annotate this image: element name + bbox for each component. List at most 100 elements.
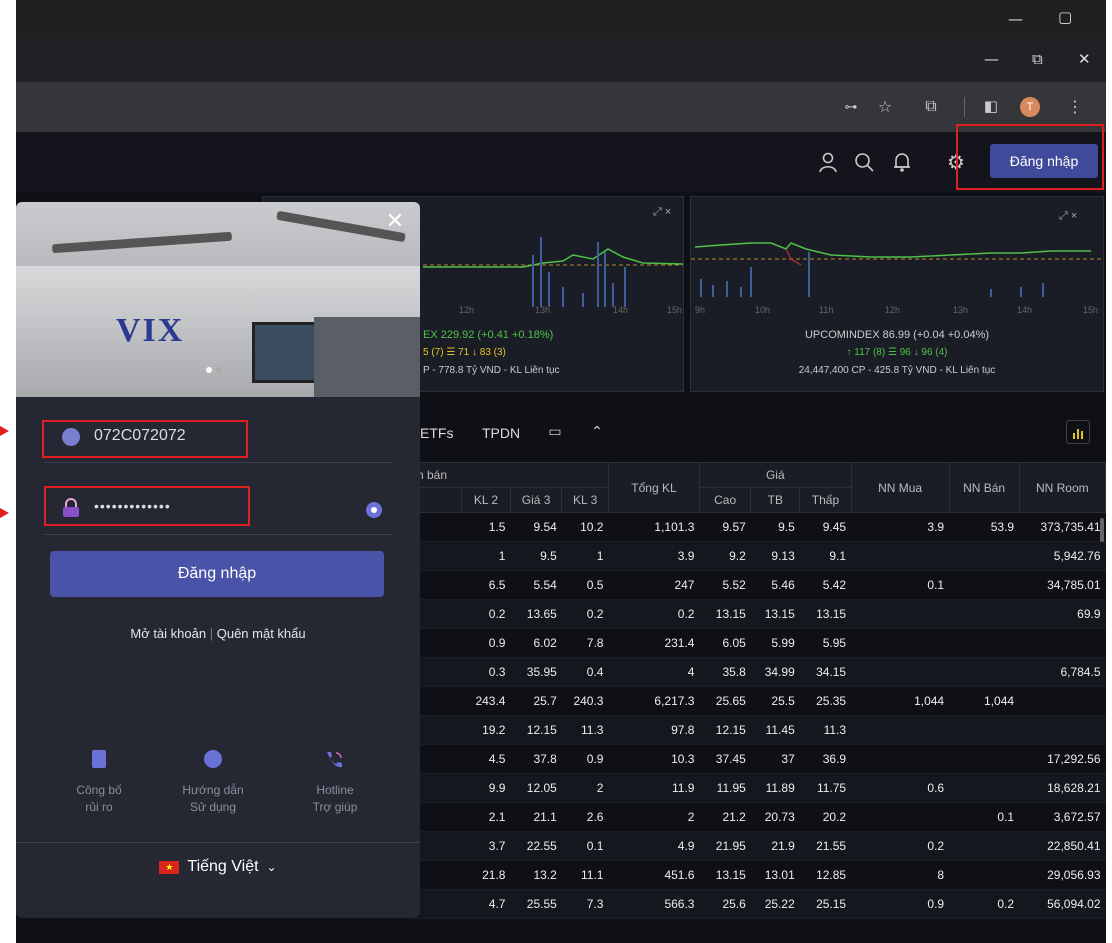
bell-icon[interactable] (890, 150, 914, 174)
table-cell: 3.9 (608, 541, 700, 571)
star-icon[interactable]: ☆ (874, 95, 896, 117)
table-cell: 247 (608, 570, 700, 600)
upcom-time-label: 10h (755, 305, 771, 315)
table-cell (949, 570, 1020, 600)
hnx-volume: P - 778.8 Tỷ VND - KL Liên tục (423, 365, 560, 376)
table-cell: 6.02 (510, 628, 562, 658)
table-cell: 21.95 (699, 831, 751, 861)
table-cell: 29,056.93 (1019, 860, 1106, 890)
bar-chart-icon[interactable] (1066, 420, 1090, 444)
table-cell: 35.95 (510, 657, 562, 687)
eye-icon[interactable] (366, 502, 382, 518)
extensions-icon[interactable]: ⧉ (920, 95, 942, 117)
table-cell: 11.45 (750, 715, 800, 745)
table-row[interactable]: 0.9 6.02 7.8 231.4 6.05 5.99 5.95 (412, 628, 1106, 658)
hnx-time-label: 15h (667, 305, 683, 315)
search-icon[interactable] (852, 150, 876, 174)
open-account-link[interactable]: Mở tài khoản (130, 626, 206, 641)
tab-etfs[interactable]: ETFs (420, 425, 453, 441)
table-cell: 9.13 (750, 541, 800, 571)
table-cell: 1 (561, 541, 609, 571)
table-cell: 13.15 (699, 860, 751, 890)
tab-tpdn[interactable]: TPDN (482, 425, 520, 441)
table-cell: 21.1 (510, 802, 562, 832)
table-scrollbar[interactable] (1100, 518, 1104, 542)
login-submit-button[interactable]: Đăng nhập (50, 551, 384, 597)
svg-text:⤢ ×: ⤢ × (1059, 210, 1077, 222)
table-cell: 5.46 (750, 570, 800, 600)
table-row[interactable]: 21.8 13.2 11.1 451.6 13.15 13.01 12.85 8 29,056.… (412, 860, 1106, 890)
table-cell: 6,784.5 (1019, 657, 1106, 687)
table-cell: 566.3 (608, 889, 700, 919)
hnx-time-label: 12h (459, 305, 475, 315)
table-row[interactable]: 1.5 9.54 10.2 1,101.3 9.57 9.5 9.45 3.9 53.9 373,… (412, 512, 1106, 542)
table-row[interactable]: 2.1 21.1 2.6 2 21.2 20.73 20.2 0.1 3,672.57 (412, 802, 1106, 832)
table-cell: 7.8 (561, 628, 609, 658)
table-cell (949, 831, 1020, 861)
table-cell: 240.3 (561, 686, 609, 716)
account-links: Mở tài khoản | Quên mật khẩu (16, 626, 420, 641)
login-modal: VIX ✕ 072C072072 ••••••••••••• Đăng nhập… (16, 202, 420, 918)
video-icon[interactable]: ▭ (544, 422, 566, 442)
table-row[interactable]: 0.3 35.95 0.4 4 35.8 34.99 34.15 6,784.5 (412, 657, 1106, 687)
window-restore-button[interactable]: ⧉ (1032, 50, 1043, 68)
table-cell: 37.8 (510, 744, 562, 774)
chevron-up-icon[interactable]: ⌃ (586, 422, 608, 442)
hnx-time-label: 14h (613, 305, 629, 315)
table-row[interactable]: 6.5 5.54 0.5 247 5.52 5.46 5.42 0.1 34,785.01 (412, 570, 1106, 600)
table-row[interactable]: 19.2 12.15 11.3 97.8 12.15 11.45 11.3 (412, 715, 1106, 745)
carousel-dot[interactable] (216, 367, 222, 373)
os-minimize-button[interactable]: — (1008, 10, 1023, 28)
table-cell: 12.85 (799, 860, 852, 890)
table-row[interactable]: 4.7 25.55 7.3 566.3 25.6 25.22 25.15 0.9 0.2 56,0… (412, 889, 1106, 919)
table-cell (949, 744, 1020, 774)
table-cell: 11.3 (561, 715, 609, 745)
table-row[interactable]: 4.5 37.8 0.9 10.3 37.45 37 36.9 17,292.56 (412, 744, 1106, 774)
table-cell: 21.8 (461, 860, 511, 890)
table-cell: 9.45 (799, 512, 852, 542)
upcom-time-label: 13h (953, 305, 969, 315)
upcom-index-panel: ⤢ × 9h 10h 11h 12h 13h 14h 15h UPCOMINDE… (690, 196, 1104, 392)
table-cell: 9.2 (699, 541, 751, 571)
table-row[interactable]: 243.4 25.7 240.3 6,217.3 25.65 25.5 25.35 1,044… (412, 686, 1106, 716)
header-login-button[interactable]: Đăng nhập (990, 144, 1098, 178)
table-cell: 5.99 (750, 628, 800, 658)
upcom-time-label: 11h (819, 305, 834, 315)
close-icon[interactable]: ✕ (382, 208, 408, 234)
table-row[interactable]: 9.9 12.05 2 11.9 11.95 11.89 11.75 0.6 18,628.21 (412, 773, 1106, 803)
table-cell: 0.2 (949, 889, 1020, 919)
annotation-arrow (0, 508, 9, 518)
user-icon[interactable] (816, 150, 840, 174)
menu-icon[interactable]: ⋮ (1064, 95, 1086, 117)
table-cell: 2 (561, 773, 609, 803)
upcom-time-label: 14h (1017, 305, 1033, 315)
table-row[interactable]: 0.2 13.65 0.2 0.2 13.15 13.15 13.15 69.9 (412, 599, 1106, 629)
table-row[interactable]: 1 9.5 1 3.9 9.2 9.13 9.1 5,942.76 (412, 541, 1106, 571)
table-cell: 0.6 (851, 773, 950, 803)
sidebar-icon[interactable]: ◧ (980, 95, 1002, 117)
table-cell: 11.89 (750, 773, 800, 803)
table-cell: 1,044 (949, 686, 1020, 716)
table-cell: 34,785.01 (1019, 570, 1106, 600)
table-cell: 5,942.76 (1019, 541, 1106, 571)
table-cell (949, 628, 1020, 658)
table-cell: 10.3 (608, 744, 700, 774)
language-label: Tiếng Việt (187, 858, 259, 875)
window-close-button[interactable]: ✕ (1078, 50, 1091, 68)
os-maximize-button[interactable]: ▢ (1058, 8, 1072, 26)
svg-text:⤢ ×: ⤢ × (653, 206, 671, 218)
language-selector[interactable]: ★ Tiếng Việt ⌄ (16, 858, 420, 876)
table-cell: 0.2 (608, 599, 700, 629)
table-row[interactable]: 3.7 22.55 0.1 4.9 21.95 21.9 21.55 0.2 22,850.41 (412, 831, 1106, 861)
col-kl2: KL 2 (460, 487, 511, 513)
window-minimize-button[interactable]: — (984, 50, 999, 68)
table-cell: 21.55 (799, 831, 852, 861)
key-icon[interactable]: ⊶ (840, 96, 862, 118)
profile-avatar[interactable]: T (1020, 97, 1040, 117)
browser-tab-bar: — ⧉ ✕ (16, 38, 1106, 82)
forgot-password-link[interactable]: Quên mật khẩu (217, 626, 306, 641)
upcom-time-label: 9h (695, 305, 706, 315)
table-cell: 9.5 (510, 541, 562, 571)
carousel-dot-active[interactable] (206, 367, 212, 373)
table-cell: 20.2 (799, 802, 852, 832)
